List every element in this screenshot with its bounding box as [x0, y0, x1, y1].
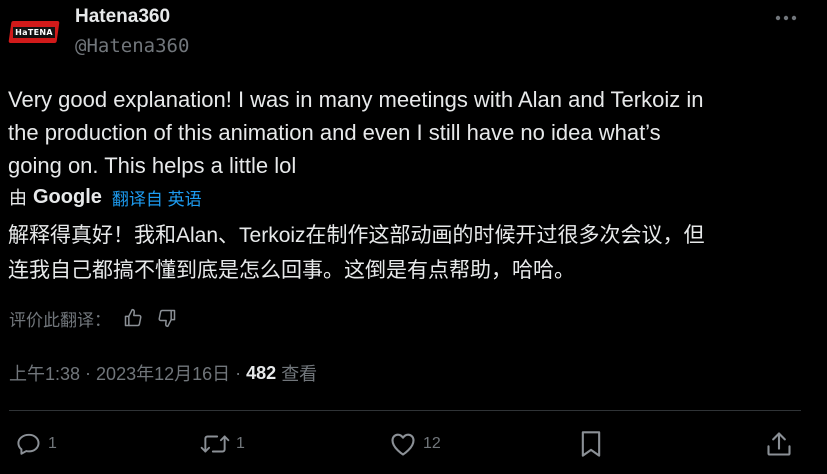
tweet-text-line: going on. This helps a little lol: [8, 153, 297, 178]
translated-text: 解释得真好！我和Alan、Terkoiz在制作这部动画的时候开过很多次会议，但 …: [8, 218, 818, 288]
tweet-meta: 上午1:38 · 2023年12月16日 · 482 查看: [9, 361, 317, 385]
tweet-text-line: Very good explanation! I was in many mee…: [8, 87, 704, 112]
repost-button[interactable]: 1: [200, 429, 245, 459]
tweet-date[interactable]: 2023年12月16日: [96, 360, 230, 386]
thumbs-up-button[interactable]: [121, 306, 145, 330]
bookmark-icon: [581, 431, 601, 457]
repost-icon: [200, 435, 230, 453]
author-handle[interactable]: @Hatena360: [75, 35, 189, 57]
like-button[interactable]: 12: [389, 429, 441, 459]
translated-text-line: 连我自己都搞不懂到底是怎么回事。这倒是有点帮助，哈哈。: [8, 259, 575, 282]
translation-attribution: 由 Google 翻译自 英语: [9, 185, 202, 209]
repost-count: 1: [236, 435, 245, 452]
hatena-logo: HaTENA: [8, 21, 60, 43]
translated-by-label: 由: [9, 188, 27, 208]
views-label: 查看: [281, 364, 318, 384]
tweet-time[interactable]: 上午1:38: [9, 360, 80, 386]
separator: ·: [85, 362, 92, 383]
reply-button[interactable]: 1: [16, 429, 57, 459]
reply-icon: [17, 433, 40, 455]
views-count[interactable]: 482: [246, 363, 276, 384]
thumbs-up-icon: [124, 308, 142, 327]
more-options-button[interactable]: [771, 6, 801, 30]
thumbs-down-icon: [158, 309, 176, 328]
divider: [9, 410, 801, 411]
tweet-text-line: the production of this animation and eve…: [8, 120, 661, 145]
like-count: 12: [423, 435, 441, 452]
translated-text-line: 解释得真好！我和Alan、Terkoiz在制作这部动画的时候开过很多次会议，但: [8, 224, 705, 247]
share-icon: [767, 432, 791, 456]
reply-count: 1: [48, 435, 57, 452]
author-name[interactable]: Hatena360: [75, 6, 170, 28]
rate-translation-label: 评价此翻译：: [9, 310, 111, 330]
rate-translation: 评价此翻译：: [9, 306, 179, 330]
tweet-text: Very good explanation! I was in many mee…: [8, 83, 808, 182]
google-logo-text: Google: [33, 185, 102, 208]
like-icon: [391, 433, 415, 456]
share-button[interactable]: [765, 429, 793, 459]
bookmark-button[interactable]: [579, 429, 603, 459]
more-icon: [775, 15, 797, 21]
logo-text: HaTENA: [13, 26, 55, 38]
separator: ·: [235, 362, 242, 383]
translated-from-link[interactable]: 翻译自 英语: [112, 185, 202, 210]
avatar[interactable]: HaTENA: [8, 10, 60, 54]
thumbs-down-button[interactable]: [155, 306, 179, 330]
